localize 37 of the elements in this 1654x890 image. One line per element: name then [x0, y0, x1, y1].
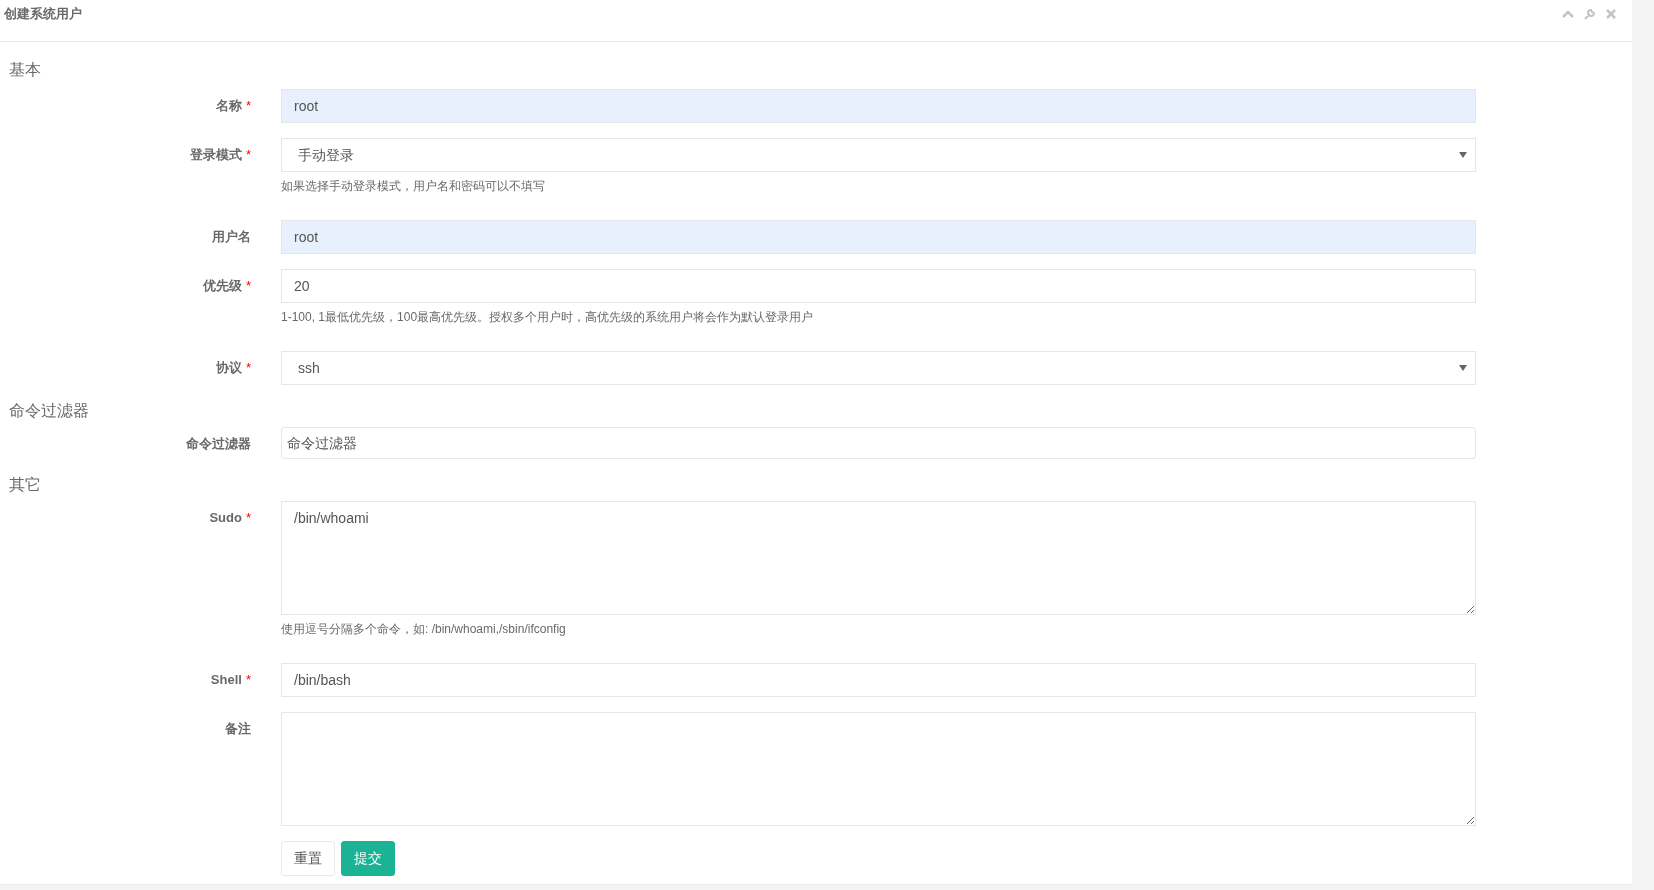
field-label: 优先级: [202, 278, 242, 293]
required-mark: *: [245, 98, 251, 113]
required-mark: *: [245, 360, 251, 375]
field-label: Sudo: [209, 510, 242, 525]
text-input[interactable]: 20: [281, 269, 1476, 303]
field-label: 协议: [215, 360, 242, 375]
section-heading: 命令过滤器: [8, 401, 90, 421]
field-label: 用户名: [212, 229, 251, 244]
field-label: 登录模式: [189, 147, 242, 162]
text-input[interactable]: root: [281, 220, 1476, 254]
collapse-icon[interactable]: [1562, 9, 1574, 18]
select-field[interactable]: ssh: [281, 351, 1476, 385]
section-heading: 基本: [8, 60, 42, 80]
required-mark: *: [245, 510, 251, 525]
required-mark: *: [245, 672, 251, 687]
field-label: 名称: [215, 98, 242, 113]
dropdown-caret-icon: [1459, 365, 1467, 371]
help-text: 1-100, 1最低优先级，100最高优先级。授权多个用户时，高优先级的系统用户将会作为默认登录用户: [281, 309, 815, 326]
reset-button[interactable]: 重置: [281, 841, 335, 876]
field-label: 命令过滤器: [186, 436, 251, 451]
wrench-icon[interactable]: [1584, 7, 1596, 20]
text-area[interactable]: /bin/whoami: [281, 501, 1476, 615]
text-area[interactable]: [281, 712, 1476, 826]
close-icon[interactable]: [1606, 8, 1616, 19]
field-label: Shell: [210, 672, 242, 687]
text-input[interactable]: /bin/bash: [281, 663, 1476, 697]
required-mark: *: [245, 147, 251, 162]
help-text: 使用逗号分隔多个命令，如: /bin/whoami,/sbin/ifconfig: [281, 621, 567, 638]
help-text: 如果选择手动登录模式，用户名和密码可以不填写: [281, 178, 546, 195]
panel-title: 创建系统用户: [4, 4, 82, 23]
filter-select-field[interactable]: 命令过滤器: [281, 427, 1476, 459]
text-input[interactable]: root: [281, 89, 1476, 123]
select-field[interactable]: 手动登录: [281, 138, 1476, 172]
section-heading: 其它: [8, 475, 42, 495]
dropdown-caret-icon: [1459, 152, 1467, 158]
required-mark: *: [245, 278, 251, 293]
field-label: 备注: [225, 721, 251, 736]
